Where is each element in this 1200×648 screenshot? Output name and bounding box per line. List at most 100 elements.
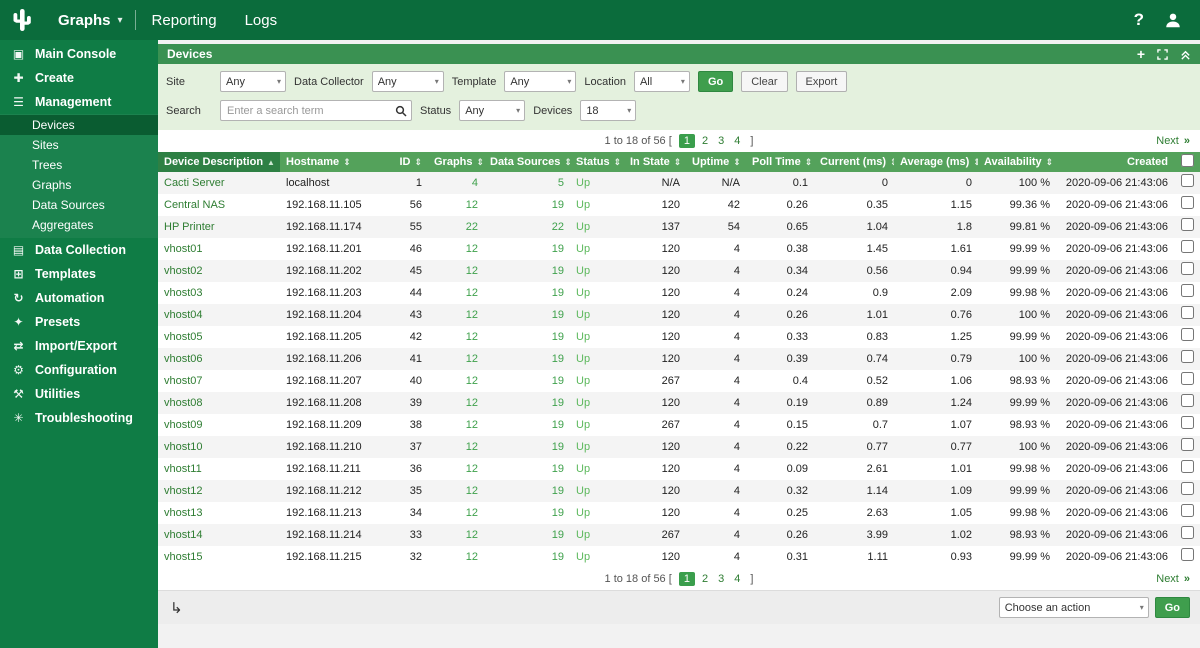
row-checkbox[interactable] xyxy=(1181,196,1194,209)
graphs-count-link[interactable]: 12 xyxy=(428,414,484,436)
device-link[interactable]: vhost11 xyxy=(158,458,280,480)
device-row[interactable]: vhost13192.168.11.213341219Up12040.252.6… xyxy=(158,502,1200,524)
tab-reporting[interactable]: Reporting xyxy=(138,0,231,40)
select-cell[interactable] xyxy=(1174,414,1200,436)
sidebar-item-graphs[interactable]: Graphs xyxy=(0,175,158,195)
column-availability[interactable]: Availability⇕ xyxy=(978,152,1056,172)
graphs-count-link[interactable]: 12 xyxy=(428,524,484,546)
cacti-logo-icon[interactable] xyxy=(0,0,44,40)
row-checkbox[interactable] xyxy=(1181,240,1194,253)
page-4[interactable]: 4 xyxy=(731,134,743,148)
select-cell[interactable] xyxy=(1174,304,1200,326)
sidebar-section-automation[interactable]: ↻Automation xyxy=(0,286,158,310)
sidebar-section-data-collection[interactable]: ▤Data Collection xyxy=(0,238,158,262)
data-sources-count-link[interactable]: 19 xyxy=(484,392,570,414)
device-row[interactable]: vhost09192.168.11.209381219Up26740.150.7… xyxy=(158,414,1200,436)
device-link[interactable]: vhost05 xyxy=(158,326,280,348)
device-link[interactable]: vhost01 xyxy=(158,238,280,260)
data-sources-count-link[interactable]: 19 xyxy=(484,304,570,326)
device-link[interactable]: HP Printer xyxy=(158,216,280,238)
device-row[interactable]: vhost10192.168.11.210371219Up12040.220.7… xyxy=(158,436,1200,458)
select-cell[interactable] xyxy=(1174,480,1200,502)
data-collector-select[interactable]: Any xyxy=(372,71,444,92)
graphs-count-link[interactable]: 12 xyxy=(428,480,484,502)
graphs-count-link[interactable]: 4 xyxy=(428,172,484,194)
sidebar-item-devices[interactable]: Devices xyxy=(0,115,158,135)
graphs-count-link[interactable]: 12 xyxy=(428,304,484,326)
device-row[interactable]: vhost11192.168.11.211361219Up12040.092.6… xyxy=(158,458,1200,480)
device-link[interactable]: vhost15 xyxy=(158,546,280,568)
row-checkbox[interactable] xyxy=(1181,218,1194,231)
go-button[interactable]: Go xyxy=(698,71,733,92)
column-average-ms[interactable]: Average (ms)⇕ xyxy=(894,152,978,172)
data-sources-count-link[interactable]: 19 xyxy=(484,458,570,480)
select-cell[interactable] xyxy=(1174,524,1200,546)
graphs-count-link[interactable]: 12 xyxy=(428,392,484,414)
page-4[interactable]: 4 xyxy=(731,572,743,586)
device-link[interactable]: vhost07 xyxy=(158,370,280,392)
row-checkbox[interactable] xyxy=(1181,482,1194,495)
select-cell[interactable] xyxy=(1174,326,1200,348)
graphs-count-link[interactable]: 12 xyxy=(428,282,484,304)
select-cell[interactable] xyxy=(1174,392,1200,414)
device-row[interactable]: vhost14192.168.11.214331219Up26740.263.9… xyxy=(158,524,1200,546)
row-checkbox[interactable] xyxy=(1181,394,1194,407)
device-row[interactable]: vhost08192.168.11.208391219Up12040.190.8… xyxy=(158,392,1200,414)
clear-button[interactable]: Clear xyxy=(741,71,787,92)
sidebar-section-templates[interactable]: ⊞Templates xyxy=(0,262,158,286)
row-checkbox[interactable] xyxy=(1181,548,1194,561)
row-checkbox[interactable] xyxy=(1181,438,1194,451)
next-page-link[interactable]: Next » xyxy=(1156,573,1190,585)
row-checkbox[interactable] xyxy=(1181,284,1194,297)
data-sources-count-link[interactable]: 5 xyxy=(484,172,570,194)
column-poll-time[interactable]: Poll Time⇕ xyxy=(746,152,814,172)
graphs-count-link[interactable]: 12 xyxy=(428,238,484,260)
select-cell[interactable] xyxy=(1174,216,1200,238)
page-1[interactable]: 1 xyxy=(679,572,695,586)
page-3[interactable]: 3 xyxy=(715,134,727,148)
graphs-count-link[interactable]: 12 xyxy=(428,370,484,392)
row-checkbox[interactable] xyxy=(1181,504,1194,517)
search-input[interactable] xyxy=(220,100,412,121)
device-link[interactable]: vhost08 xyxy=(158,392,280,414)
select-all-checkbox[interactable] xyxy=(1181,154,1194,167)
graphs-count-link[interactable]: 12 xyxy=(428,326,484,348)
select-cell[interactable] xyxy=(1174,238,1200,260)
row-checkbox[interactable] xyxy=(1181,328,1194,341)
device-link[interactable]: vhost04 xyxy=(158,304,280,326)
column-data-sources[interactable]: Data Sources⇕ xyxy=(484,152,570,172)
data-sources-count-link[interactable]: 19 xyxy=(484,348,570,370)
device-link[interactable]: vhost10 xyxy=(158,436,280,458)
column-device-description[interactable]: Device Description▲ xyxy=(158,152,280,172)
device-link[interactable]: Central NAS xyxy=(158,194,280,216)
data-sources-count-link[interactable]: 22 xyxy=(484,216,570,238)
sidebar-section-import-export[interactable]: ⇄Import/Export xyxy=(0,334,158,358)
page-2[interactable]: 2 xyxy=(699,134,711,148)
page-1[interactable]: 1 xyxy=(679,134,695,148)
data-sources-count-link[interactable]: 19 xyxy=(484,414,570,436)
select-cell[interactable] xyxy=(1174,502,1200,524)
sidebar-section-management[interactable]: ☰Management xyxy=(0,90,158,114)
row-checkbox[interactable] xyxy=(1181,526,1194,539)
device-row[interactable]: Central NAS192.168.11.105561219Up120420.… xyxy=(158,194,1200,216)
data-sources-count-link[interactable]: 19 xyxy=(484,436,570,458)
next-page-link[interactable]: Next » xyxy=(1156,135,1190,147)
sidebar-section-create[interactable]: ✚Create xyxy=(0,66,158,90)
device-link[interactable]: vhost09 xyxy=(158,414,280,436)
column-hostname[interactable]: Hostname⇕ xyxy=(280,152,392,172)
device-row[interactable]: vhost01192.168.11.201461219Up12040.381.4… xyxy=(158,238,1200,260)
select-cell[interactable] xyxy=(1174,458,1200,480)
device-row[interactable]: vhost07192.168.11.207401219Up26740.40.52… xyxy=(158,370,1200,392)
data-sources-count-link[interactable]: 19 xyxy=(484,238,570,260)
sidebar-section-troubleshooting[interactable]: ✳Troubleshooting xyxy=(0,406,158,430)
tab-graphs[interactable]: Graphs ▾ xyxy=(44,0,133,40)
data-sources-count-link[interactable]: 19 xyxy=(484,524,570,546)
graphs-count-link[interactable]: 12 xyxy=(428,194,484,216)
device-link[interactable]: vhost02 xyxy=(158,260,280,282)
select-cell[interactable] xyxy=(1174,436,1200,458)
device-row[interactable]: vhost15192.168.11.215321219Up12040.311.1… xyxy=(158,546,1200,568)
row-checkbox[interactable] xyxy=(1181,416,1194,429)
data-sources-count-link[interactable]: 19 xyxy=(484,282,570,304)
export-button[interactable]: Export xyxy=(796,71,848,92)
row-checkbox[interactable] xyxy=(1181,306,1194,319)
